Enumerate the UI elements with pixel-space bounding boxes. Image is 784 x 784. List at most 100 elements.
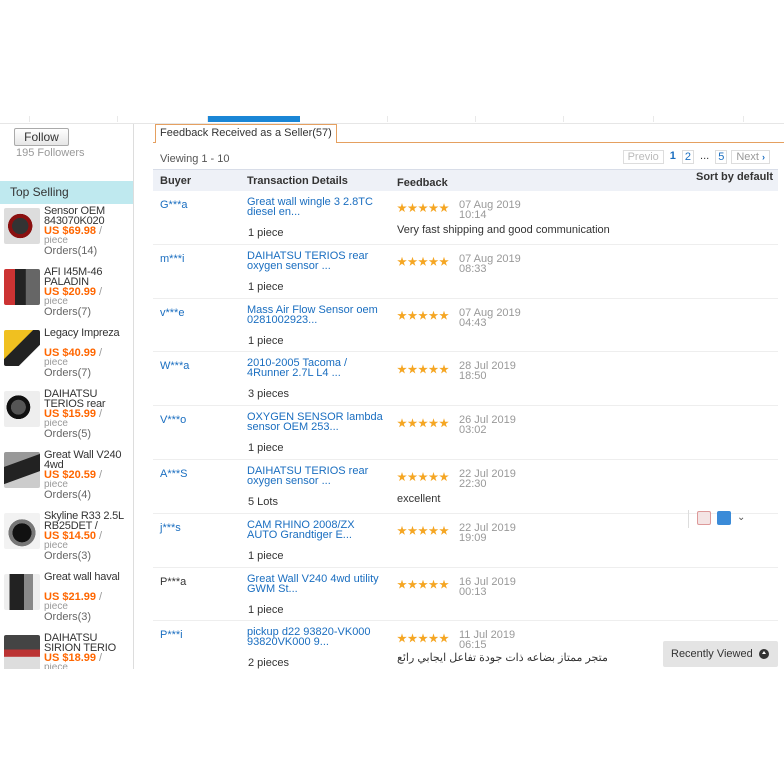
star-icon (439, 418, 449, 428)
price-separator: / (99, 408, 103, 420)
feedback-date-time: 18:50 (459, 370, 487, 383)
buyer-name[interactable]: A***S (160, 468, 188, 480)
product-item[interactable]: Great Wall V240 4wd US $20.59 / piece Or… (0, 450, 133, 511)
sort-dropdown[interactable]: Sort by default (696, 171, 773, 183)
chevron-down-icon[interactable]: ⌄ (737, 512, 745, 523)
buyer-name[interactable]: P***a (160, 576, 186, 588)
product-title[interactable]: Skyline R33 2.5L RB25DET / (44, 511, 132, 531)
product-item[interactable]: Skyline R33 2.5L RB25DET / US $14.50 / p… (0, 511, 133, 572)
star-icon (428, 256, 439, 266)
star-icon (397, 633, 407, 643)
pagination-next-label: Next (736, 151, 759, 163)
follow-button[interactable]: Follow (14, 128, 69, 146)
star-icon (418, 310, 428, 320)
recently-viewed-label: Recently Viewed (671, 648, 753, 660)
star-icon (418, 256, 428, 266)
feedback-date: 22 Jul 2019 19:09 (459, 522, 539, 543)
product-thumbnail[interactable] (4, 574, 40, 610)
product-item[interactable]: DAIHATSU SIRION TERIO US $18.99 / piece (0, 633, 133, 669)
star-icon (397, 310, 407, 320)
price-separator: / (99, 469, 103, 481)
price-separator: / (99, 591, 103, 603)
nav-segment[interactable] (300, 116, 388, 122)
feedback-date-time: 08:33 (459, 262, 487, 275)
buyer-name[interactable]: V***o (160, 414, 186, 426)
nav-segment[interactable] (476, 116, 564, 122)
thumbs-up-icon[interactable] (697, 511, 711, 525)
transaction-link[interactable]: OXYGEN SENSOR lambda sensor OEM 253... (247, 412, 387, 434)
price-separator: / (99, 652, 103, 664)
product-title[interactable]: DAIHATSU SIRION TERIO (44, 633, 132, 653)
tab-feedback-received[interactable]: Feedback Received as a Seller(57) (155, 124, 337, 143)
star-icon (407, 633, 418, 643)
product-thumbnail[interactable] (4, 391, 40, 427)
buyer-name[interactable]: P***i (160, 629, 183, 641)
product-title[interactable]: Great Wall V240 4wd (44, 450, 132, 470)
pagination-page-last[interactable]: 5 (715, 150, 728, 164)
nav-segment[interactable] (0, 116, 30, 122)
nav-segment[interactable] (564, 116, 654, 122)
product-title[interactable]: DAIHATSU TERIOS rear (44, 389, 132, 409)
feedback-date-time: 03:02 (459, 424, 487, 437)
buyer-name[interactable]: v***e (160, 307, 184, 319)
table-row: m***i DAIHATSU TERIOS rear oxygen sensor… (153, 245, 778, 299)
transaction-link[interactable]: Mass Air Flow Sensor oem 0281002923... (247, 305, 387, 327)
product-title[interactable]: Sensor OEM 843070K020 (44, 206, 132, 226)
product-title[interactable]: Legacy Impreza (44, 328, 132, 348)
nav-segment[interactable] (654, 116, 744, 122)
recently-viewed-button[interactable]: Recently Viewed (663, 641, 778, 667)
product-item[interactable]: Legacy Impreza US $40.99 / piece Orders(… (0, 328, 133, 389)
buyer-name[interactable]: W***a (160, 360, 189, 372)
buyer-name[interactable]: G***a (160, 199, 188, 211)
nav-segment[interactable] (388, 116, 476, 122)
nav-segment[interactable] (118, 116, 208, 122)
user-icon[interactable] (717, 511, 731, 525)
product-thumbnail[interactable] (4, 452, 40, 488)
product-item[interactable]: Great wall haval US $21.99 / piece Order… (0, 572, 133, 633)
transaction-link[interactable]: Great Wall V240 4wd utility GWM St... (247, 574, 387, 596)
product-title[interactable]: AFI I45M-46 PALADIN (44, 267, 132, 287)
feedback-date: 22 Jul 2019 22:30 (459, 468, 539, 489)
pagination-previous-button[interactable]: Previo (622, 150, 664, 164)
product-thumbnail[interactable] (4, 208, 40, 244)
star-icon (397, 364, 407, 374)
product-thumbnail[interactable] (4, 330, 40, 366)
product-item[interactable]: Sensor OEM 843070K020 US $69.98 / piece … (0, 206, 133, 267)
transaction-link[interactable]: pickup d22 93820-VK000 93820VK000 9... (247, 627, 387, 649)
nav-segment[interactable] (30, 116, 118, 122)
transaction-link[interactable]: DAIHATSU TERIOS rear oxygen sensor ... (247, 466, 387, 488)
transaction-link[interactable]: 2010-2005 Tacoma / 4Runner 2.7L L4 ... (247, 358, 387, 380)
star-rating (397, 577, 450, 589)
top-selling-list: Sensor OEM 843070K020 US $69.98 / piece … (0, 206, 133, 669)
feedback-comment: Very fast shipping and good communicatio… (397, 224, 610, 236)
pagination-page-current[interactable]: 1 (668, 150, 678, 164)
product-title[interactable]: Great wall haval (44, 572, 132, 592)
pagination-next-button[interactable]: Next › (731, 150, 770, 164)
product-thumbnail[interactable] (4, 635, 40, 669)
feedback-panel: Feedback Received as a Seller(57) Viewin… (153, 124, 784, 669)
transaction-link[interactable]: Great wall wingle 3 2.8TC diesel en... (247, 197, 387, 219)
star-icon (407, 579, 418, 589)
transaction-quantity: 1 piece (248, 549, 284, 562)
product-thumbnail[interactable] (4, 513, 40, 549)
nav-segment-active[interactable] (208, 116, 300, 122)
star-rating (397, 415, 450, 428)
feedback-date-time: 04:43 (459, 316, 487, 329)
transaction-link[interactable]: DAIHATSU TERIOS rear oxygen sensor ... (247, 251, 387, 273)
product-thumbnail[interactable] (4, 269, 40, 305)
star-icon (428, 310, 439, 320)
star-icon (418, 471, 428, 482)
buyer-name[interactable]: m***i (160, 253, 184, 265)
star-icon (397, 203, 407, 213)
product-item[interactable]: DAIHATSU TERIOS rear US $15.99 / piece O… (0, 389, 133, 450)
star-icon (439, 579, 449, 589)
pagination-page[interactable]: 2 (681, 150, 695, 164)
product-item[interactable]: AFI I45M-46 PALADIN US $20.99 / piece Or… (0, 267, 133, 328)
star-icon (397, 579, 407, 589)
star-icon (439, 203, 449, 213)
transaction-link[interactable]: CAM RHINO 2008/ZX AUTO Grandtiger E... (247, 520, 387, 542)
buyer-name[interactable]: j***s (160, 522, 181, 534)
star-icon (407, 256, 418, 266)
star-icon (418, 203, 428, 213)
star-icon (407, 471, 418, 482)
